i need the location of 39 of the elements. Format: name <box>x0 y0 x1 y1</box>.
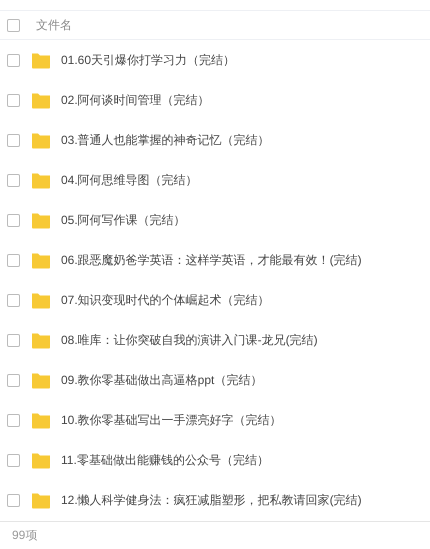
folder-icon <box>31 132 51 148</box>
folder-icon <box>31 212 51 228</box>
checkbox[interactable] <box>7 294 20 306</box>
file-name[interactable]: 10.教你零基础写出一手漂亮好字（完结） <box>61 411 282 429</box>
file-name[interactable]: 02.阿何谈时间管理（完结） <box>61 91 210 109</box>
file-name[interactable]: 03.普通人也能掌握的神奇记忆（完结） <box>61 131 270 149</box>
checkbox[interactable] <box>7 414 20 426</box>
folder-icon <box>31 252 51 268</box>
checkbox[interactable] <box>7 54 20 66</box>
checkbox[interactable] <box>7 94 20 106</box>
checkbox[interactable] <box>7 454 20 466</box>
file-name[interactable]: 05.阿何写作课（完结） <box>61 211 186 229</box>
folder-icon <box>31 372 51 388</box>
checkbox[interactable] <box>7 334 20 346</box>
file-name[interactable]: 09.教你零基础做出高逼格ppt（完结） <box>61 371 262 389</box>
checkbox[interactable] <box>7 134 20 146</box>
folder-icon <box>31 92 51 108</box>
file-name[interactable]: 11.零基础做出能赚钱的公众号（完结） <box>61 451 269 469</box>
folder-icon <box>31 452 51 468</box>
item-count: 99项 <box>12 526 38 544</box>
folder-icon <box>31 332 51 348</box>
file-name[interactable]: 01.60天引爆你打学习力（完结） <box>61 51 236 69</box>
folder-icon <box>31 412 51 428</box>
folder-icon <box>31 52 51 68</box>
checkbox[interactable] <box>7 254 20 266</box>
file-name[interactable]: 07.知识变现时代的个体崛起术（完结） <box>61 291 270 309</box>
folder-icon <box>31 292 51 308</box>
checkbox[interactable] <box>7 374 20 386</box>
folder-icon <box>31 172 51 188</box>
file-name[interactable]: 06.跟恶魔奶爸学英语：这样学英语，才能最有效！(完结) <box>61 251 362 269</box>
file-name[interactable]: 04.阿何思维导图（完结） <box>61 171 198 189</box>
file-name[interactable]: 12.懒人科学健身法：疯狂减脂塑形，把私教请回家(完结) <box>61 491 362 509</box>
checkbox[interactable] <box>7 214 20 226</box>
column-header: 文件名 <box>36 17 72 34</box>
checkbox[interactable] <box>7 494 20 506</box>
folder-icon <box>31 492 51 508</box>
file-name[interactable]: 08.唯库：让你突破自我的演讲入门课-龙兄(完结) <box>61 331 318 349</box>
checkbox[interactable] <box>7 18 20 32</box>
checkbox[interactable] <box>7 174 20 186</box>
